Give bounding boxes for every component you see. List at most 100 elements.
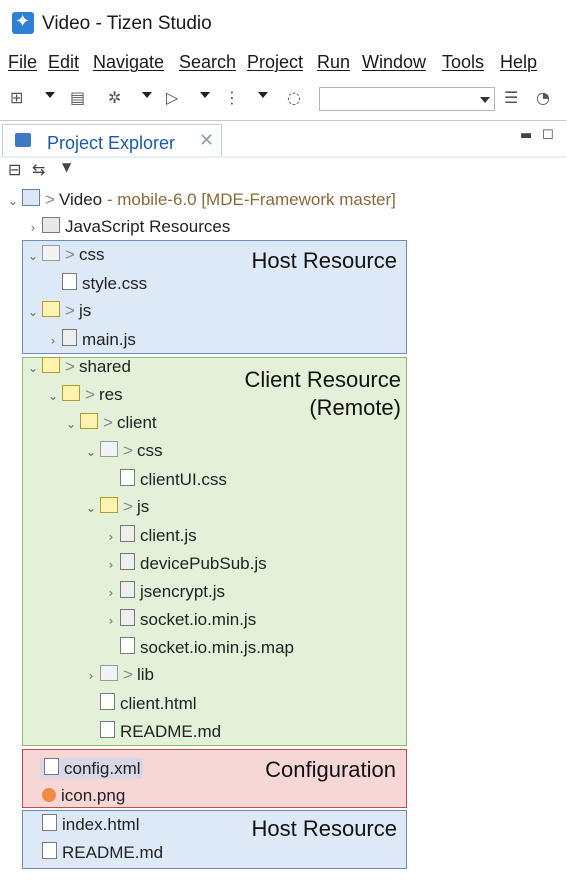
tree-item-jsencrypt-js[interactable]: › jsencrypt.js — [104, 581, 225, 609]
tree-item-client-css[interactable]: ⌄ > css — [84, 441, 162, 469]
folder-icon — [42, 245, 60, 261]
tree-item-project-video[interactable]: ⌄ > Video - mobile-6.0 [MDE-Framework mast… — [6, 189, 396, 217]
run-dropdown-icon[interactable] — [200, 92, 210, 98]
menu-run[interactable]: Run — [317, 52, 350, 73]
tree-item-js[interactable]: ⌄ > js — [26, 301, 91, 329]
tree-label: index.html — [62, 815, 140, 834]
chevron-down-icon[interactable]: ⌄ — [26, 361, 40, 375]
tree-item-root-readme[interactable]: README.md — [26, 842, 163, 870]
tree-item-client-js-folder[interactable]: ⌄ > js — [84, 497, 149, 525]
menu-window[interactable]: Window — [362, 52, 426, 73]
chevron-right-icon[interactable]: › — [84, 669, 98, 683]
css-file-icon — [62, 273, 77, 290]
chevron-right-icon[interactable]: › — [104, 586, 118, 600]
tree-label: clientUI.css — [140, 470, 227, 489]
js-file-icon — [120, 525, 135, 542]
chevron-right-icon[interactable]: › — [26, 221, 40, 235]
monitor-icon[interactable]: ◔ — [536, 88, 550, 107]
tree-label: css — [136, 441, 163, 460]
menu-bar: File Edit Navigate Search Project Run Wi… — [0, 48, 567, 78]
debug-dropdown-icon[interactable] — [142, 92, 152, 98]
tree-item-index-html[interactable]: index.html — [26, 814, 139, 842]
js-file-icon — [62, 329, 77, 346]
css-file-icon — [120, 469, 135, 486]
js-file-icon — [120, 581, 135, 598]
chevron-right-icon[interactable]: › — [104, 530, 118, 544]
chevron-down-icon[interactable]: ⌄ — [84, 501, 98, 515]
tree-item-client-readme[interactable]: README.md — [84, 721, 221, 749]
tree-item-css[interactable]: ⌄ > css — [26, 245, 104, 273]
device-list-icon[interactable]: ☰ — [504, 88, 518, 107]
collapse-all-icon[interactable]: ⊟ — [8, 160, 21, 179]
menu-file[interactable]: File — [8, 52, 37, 73]
region-label-configuration: Configuration — [265, 757, 396, 782]
tree-label: icon.png — [61, 786, 126, 805]
tree-label: config.xml — [64, 759, 141, 778]
tizen-logo-icon — [12, 11, 34, 34]
menu-edit[interactable]: Edit — [48, 52, 79, 73]
region-label-host-top: Host Resource — [251, 248, 397, 273]
chevron-down-icon[interactable]: ⌄ — [26, 305, 40, 319]
tab-project-explorer[interactable]: Project Explorer ✕ — [2, 124, 222, 157]
target-combo[interactable] — [319, 87, 495, 111]
tree-item-lib[interactable]: › > lib — [84, 665, 154, 693]
tree-item-clientui-css[interactable]: clientUI.css — [104, 469, 227, 497]
tree-label: README.md — [62, 843, 164, 862]
chevron-down-icon[interactable]: ⌄ — [84, 445, 98, 459]
chevron-right-icon[interactable]: › — [46, 334, 60, 348]
tree-label: shared — [78, 357, 131, 376]
link-with-editor-icon[interactable]: ⇆ — [32, 160, 45, 179]
text-file-icon — [120, 637, 135, 654]
tree-item-config-xml[interactable]: config.xml — [26, 758, 143, 786]
project-icon — [22, 189, 40, 206]
debug-icon[interactable]: ✲ — [108, 88, 121, 107]
tree-item-client[interactable]: ⌄ > client — [64, 413, 157, 441]
run-config-icon[interactable]: ⋮ — [224, 88, 240, 107]
chevron-down-icon[interactable]: ⌄ — [64, 417, 78, 431]
chevron-right-icon[interactable]: › — [104, 614, 118, 628]
tree-label: jsencrypt.js — [140, 582, 226, 601]
region-label-client-remote: (Remote) — [309, 395, 401, 420]
minimize-view-icon[interactable]: ▬ — [520, 128, 532, 143]
project-decoration: - mobile-6.0 [MDE-Framework master] — [102, 190, 396, 209]
view-menu-icon[interactable]: ▼ — [62, 160, 71, 174]
source-folder-icon — [42, 357, 60, 373]
text-file-icon — [42, 842, 57, 859]
run-config-dropdown-icon[interactable] — [258, 92, 268, 98]
chevron-down-icon[interactable]: ⌄ — [46, 389, 60, 403]
tree-item-style-css[interactable]: style.css — [46, 273, 147, 301]
maximize-view-icon[interactable]: ☐ — [542, 128, 554, 143]
run-icon[interactable]: ▷ — [166, 88, 178, 107]
menu-help[interactable]: Help — [500, 52, 537, 73]
menu-navigate[interactable]: Navigate — [93, 52, 164, 73]
library-icon — [42, 217, 60, 233]
tree-label: js — [136, 497, 150, 516]
chevron-down-icon[interactable]: ⌄ — [6, 194, 20, 208]
tree-item-javascript-resources[interactable]: › JavaScript Resources — [26, 217, 230, 245]
stop-icon[interactable]: ◌ — [287, 88, 301, 107]
menu-project[interactable]: Project — [247, 52, 303, 73]
tab-label: Project Explorer — [47, 133, 176, 153]
chevron-down-icon[interactable] — [480, 97, 490, 103]
tree-item-main-js[interactable]: › main.js — [46, 329, 136, 357]
tree-item-shared[interactable]: ⌄ > shared — [26, 357, 131, 385]
tree-item-client-js[interactable]: › client.js — [104, 525, 197, 553]
tree-item-socketio-min-js-map[interactable]: socket.io.min.js.map — [104, 637, 294, 665]
chevron-right-icon[interactable]: › — [104, 558, 118, 572]
chevron-down-icon[interactable]: ⌄ — [26, 249, 40, 263]
new-wizard-icon[interactable]: ⊞ — [10, 88, 23, 107]
tree-item-socketio-min-js[interactable]: › socket.io.min.js — [104, 609, 256, 637]
tree-item-devicepubsub-js[interactable]: › devicePubSub.js — [104, 553, 267, 581]
tree-item-res[interactable]: ⌄ > res — [46, 385, 123, 413]
tree-label: main.js — [82, 330, 136, 349]
close-icon[interactable]: ✕ — [199, 130, 214, 151]
new-wizard-dropdown-icon[interactable] — [45, 92, 55, 98]
project-explorer-icon — [15, 133, 31, 147]
tree-label: devicePubSub.js — [140, 554, 267, 573]
title-bar: Video - Tizen Studio — [0, 0, 567, 48]
tree-item-client-html[interactable]: client.html — [84, 693, 197, 721]
menu-search[interactable]: Search — [179, 52, 236, 73]
tree-item-icon-png[interactable]: icon.png — [26, 786, 125, 814]
menu-tools[interactable]: Tools — [442, 52, 484, 73]
save-all-icon[interactable]: ▤ — [70, 88, 85, 107]
